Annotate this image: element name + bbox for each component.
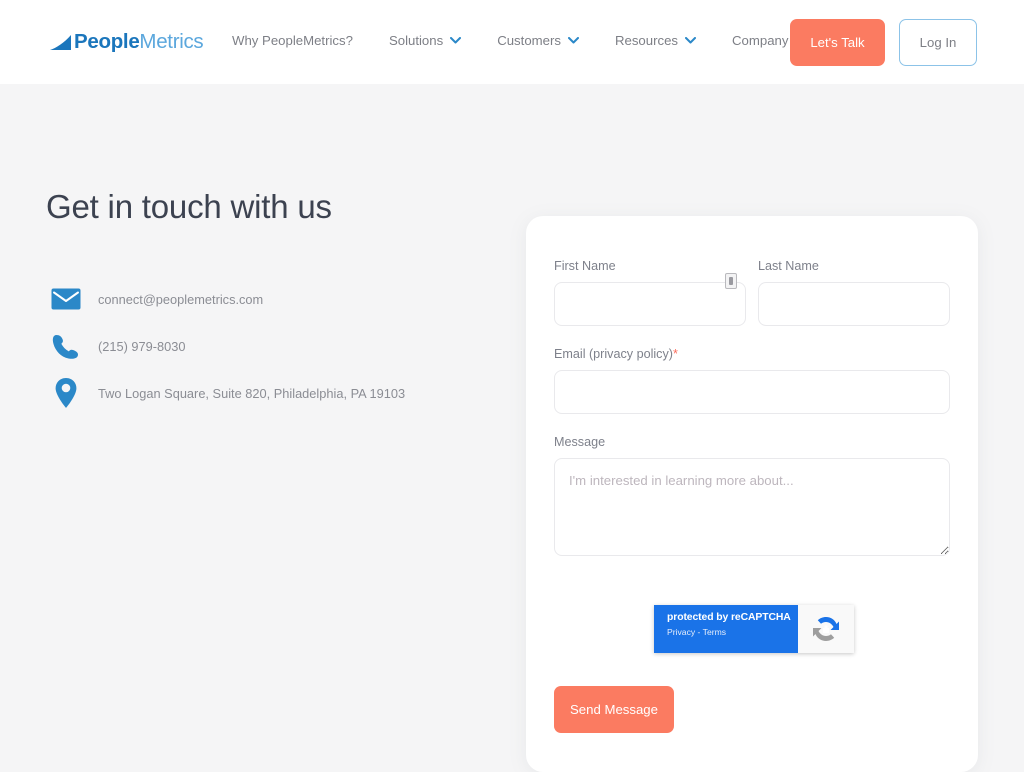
message-group: Message: [554, 435, 950, 561]
contact-info-column: Get in touch with us connect@peoplemetri…: [46, 188, 486, 410]
nav-item-customers[interactable]: Customers: [497, 33, 579, 48]
contact-form-card: First Name Last Name Email (privacy poli…: [526, 216, 978, 772]
envelope-icon: [46, 288, 86, 310]
nav-label: Why PeopleMetrics?: [232, 33, 353, 48]
message-label: Message: [554, 435, 606, 449]
logo[interactable]: PeopleMetrics: [50, 29, 204, 55]
logo-light: Metrics: [139, 29, 204, 53]
send-message-button[interactable]: Send Message: [554, 686, 674, 733]
lets-talk-button[interactable]: Let's Talk: [790, 19, 885, 66]
page-body: Get in touch with us connect@peoplemetri…: [0, 84, 1024, 772]
main-nav: Why PeopleMetrics? Solutions Customers R…: [232, 33, 807, 48]
log-in-button[interactable]: Log In: [899, 19, 977, 66]
logo-bold: People: [74, 29, 140, 53]
phone-icon: [46, 333, 86, 360]
page-title: Get in touch with us: [46, 188, 332, 225]
recaptcha-links[interactable]: Privacy - Terms: [667, 627, 798, 637]
contact-row-address[interactable]: Two Logan Square, Suite 820, Philadelphi…: [46, 376, 486, 410]
location-pin-icon: [46, 378, 86, 409]
contact-form: First Name Last Name Email (privacy poli…: [554, 259, 950, 561]
email-label-text: Email (privacy policy): [554, 347, 673, 361]
first-name-label: First Name: [554, 259, 616, 273]
email-input[interactable]: [554, 370, 950, 414]
chevron-down-icon: [450, 37, 462, 44]
nav-label: Company: [732, 33, 789, 48]
contact-email-text: connect@peoplemetrics.com: [98, 291, 264, 307]
chevron-down-icon: [567, 37, 579, 44]
contact-row-phone[interactable]: (215) 979-8030: [46, 329, 486, 363]
nav-item-resources[interactable]: Resources: [614, 33, 697, 48]
contact-phone-text: (215) 979-8030: [98, 338, 186, 354]
swoosh-icon: [50, 34, 71, 50]
logo-text: PeopleMetrics: [74, 29, 204, 53]
nav-label: Resources: [614, 33, 679, 48]
last-name-group: Last Name: [758, 259, 950, 326]
email-group: Email (privacy policy)*: [554, 347, 950, 414]
nav-item-solutions[interactable]: Solutions: [388, 33, 462, 48]
required-asterisk: *: [672, 347, 678, 361]
first-name-group: First Name: [554, 259, 746, 326]
last-name-input[interactable]: [758, 282, 950, 326]
nav-label: Solutions: [388, 33, 444, 48]
recaptcha-title: protected by reCAPTCHA: [667, 612, 791, 623]
message-textarea[interactable]: [554, 458, 950, 556]
contact-address-text: Two Logan Square, Suite 820, Philadelphi…: [98, 385, 406, 401]
recaptcha-icon: [798, 605, 854, 653]
contact-row-email[interactable]: connect@peoplemetrics.com: [46, 282, 486, 316]
first-name-input[interactable]: [554, 282, 746, 326]
recaptcha-text-block: protected by reCAPTCHA Privacy - Terms: [654, 605, 798, 653]
site-header: PeopleMetrics Why PeopleMetrics? Solutio…: [0, 0, 1024, 84]
last-name-label: Last Name: [758, 259, 819, 273]
recaptcha-badge[interactable]: protected by reCAPTCHA Privacy - Terms: [654, 605, 854, 653]
name-fields-row: First Name Last Name: [554, 259, 950, 326]
chevron-down-icon: [685, 37, 697, 44]
nav-item-why-peoplemetrics[interactable]: Why PeopleMetrics?: [232, 33, 353, 48]
autofill-icon[interactable]: [725, 273, 737, 289]
nav-label: Customers: [497, 33, 561, 48]
email-label: Email (privacy policy)*: [554, 347, 950, 361]
